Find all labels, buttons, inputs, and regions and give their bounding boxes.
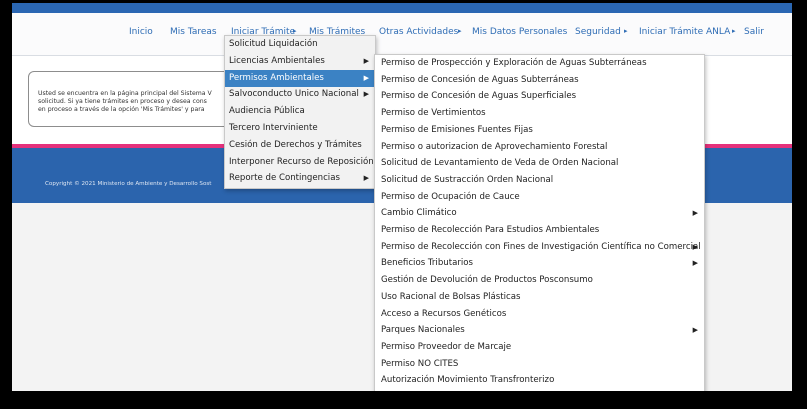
submenu-item-label: Solicitud de Levantamiento de Veda de Or… <box>381 158 619 169</box>
menu-item-licencias-ambientales[interactable]: Licencias Ambientales ▶ <box>225 53 375 70</box>
nav-seguridad[interactable]: Seguridad <box>575 27 621 37</box>
submenu-item-7[interactable]: Solicitud de Levantamiento de Veda de Or… <box>375 155 704 172</box>
menu-item-label: Audiencia Pública <box>229 106 305 117</box>
intro-line: Usted se encuentra en la página principa… <box>38 90 212 97</box>
submenu-arrow-icon: ▶ <box>692 242 698 251</box>
iniciar-tramite-menu: Solicitud Liquidación Licencias Ambiental… <box>224 35 376 189</box>
menu-item-label: Licencias Ambientales <box>229 55 325 66</box>
submenu-item-5[interactable]: Permiso de Emisiones Fuentes Fijas <box>375 122 704 139</box>
submenu-item-8[interactable]: Solicitud de Sustracción Orden Nacional <box>375 172 704 189</box>
submenu-item-label: Uso Racional de Bolsas Plásticas <box>381 291 521 302</box>
submenu-item-label: Permiso de Vertimientos <box>381 108 486 119</box>
submenu-item-label: Cambio Climático <box>381 208 457 219</box>
submenu-item-18[interactable]: Permiso Proveedor de Marcaje <box>375 339 704 356</box>
submenu-item-label: Permiso de Emisiones Fuentes Fijas <box>381 124 533 135</box>
nav-otras-actividades[interactable]: Otras Actividades <box>379 27 458 37</box>
submenu-item-11[interactable]: Permiso de Recolección Para Estudios Amb… <box>375 222 704 239</box>
submenu-item-6[interactable]: Permiso o autorizacion de Aprovechamient… <box>375 139 704 156</box>
menu-item-permisos-ambientales[interactable]: Permisos Ambientales ▶ <box>225 69 375 87</box>
submenu-item-label: Acceso a Recursos Genéticos <box>381 308 507 319</box>
submenu-item-4[interactable]: Permiso de Vertimientos <box>375 105 704 122</box>
main-navbar: Inicio Mis Tareas Iniciar Trámite ▸ Mis … <box>12 13 792 56</box>
menu-item-interponer-recurso-de-reposicion[interactable]: Interponer Recurso de Reposición <box>225 154 375 171</box>
submenu-arrow-icon: ▶ <box>363 174 369 183</box>
nav-arrow-icon: ▸ <box>458 27 462 35</box>
submenu-arrow-icon: ▶ <box>692 209 698 218</box>
nav-salir[interactable]: Salir <box>744 27 764 37</box>
submenu-item-2[interactable]: Permiso de Concesión de Aguas Subterráne… <box>375 72 704 89</box>
menu-item-audiencia-publica[interactable]: Audiencia Pública <box>225 103 375 120</box>
nav-arrow-icon: ▸ <box>293 27 297 35</box>
submenu-arrow-icon: ▶ <box>692 326 698 335</box>
menu-item-label: Solicitud Liquidación <box>229 39 318 49</box>
submenu-item-13[interactable]: Beneficios Tributarios ▶ <box>375 255 704 272</box>
nav-arrow-icon: ▸ <box>624 27 628 35</box>
menu-item-solicitud-liquidacion[interactable]: Solicitud Liquidación <box>225 36 375 53</box>
menu-item-label: Reporte de Contingencias <box>229 173 340 184</box>
menu-item-cesion-de-derechos-y-tramites[interactable]: Cesión de Derechos y Trámites <box>225 137 375 154</box>
nav-arrow-icon: ▸ <box>732 27 736 35</box>
submenu-item-label: Permiso de Concesión de Aguas Subterráne… <box>381 74 579 85</box>
top-brand-strip <box>12 3 792 13</box>
menu-item-label: Salvoconducto Unico Nacional <box>229 89 359 100</box>
submenu-item-3[interactable]: Permiso de Concesión de Aguas Superficia… <box>375 88 704 105</box>
submenu-arrow-icon: ▶ <box>363 90 369 99</box>
menu-item-label: Tercero Interviniente <box>229 123 318 133</box>
submenu-item-label: Autorización Movimiento Transfronterizo <box>381 375 555 386</box>
submenu-item-10[interactable]: Cambio Climático ▶ <box>375 205 704 222</box>
submenu-item-label: Permiso de Prospección y Exploración de … <box>381 58 647 68</box>
submenu-item-9[interactable]: Permiso de Ocupación de Cauce <box>375 189 704 206</box>
submenu-item-label: Permiso de Recolección con Fines de Inve… <box>381 241 701 252</box>
submenu-arrow-icon: ▶ <box>692 259 698 268</box>
intro-line: en proceso a través de la opción 'Mis Tr… <box>38 106 205 113</box>
menu-item-tercero-interviniente[interactable]: Tercero Interviniente <box>225 120 375 137</box>
submenu-item-label: Gestión de Devolución de Productos Posco… <box>381 275 593 286</box>
submenu-item-label: Parques Nacionales <box>381 325 465 336</box>
menu-item-label: Cesión de Derechos y Trámites <box>229 139 362 150</box>
submenu-item-14[interactable]: Gestión de Devolución de Productos Posco… <box>375 272 704 289</box>
submenu-item-16[interactable]: Acceso a Recursos Genéticos <box>375 306 704 323</box>
submenu-item-label: Permiso de Ocupación de Cauce <box>381 191 520 202</box>
submenu-arrow-icon: ▶ <box>363 73 369 82</box>
submenu-arrow-icon: ▶ <box>363 56 369 65</box>
submenu-item-label: Beneficios Tributarios <box>381 258 474 269</box>
submenu-item-19[interactable]: Permiso NO CITES <box>375 356 704 373</box>
app-window: Inicio Mis Tareas Iniciar Trámite ▸ Mis … <box>12 3 792 391</box>
intro-line: solicitud. Si ya tiene trámites en proce… <box>38 98 207 105</box>
nav-inicio[interactable]: Inicio <box>129 27 153 37</box>
nav-iniciar-tramite-anla[interactable]: Iniciar Trámite ANLA <box>639 27 730 37</box>
submenu-item-label: Permiso de Concesión de Aguas Superficia… <box>381 91 577 102</box>
submenu-item-label: Solicitud de Sustracción Orden Nacional <box>381 174 554 185</box>
submenu-item-label: Permiso NO CITES <box>381 358 459 369</box>
menu-item-label: Permisos Ambientales <box>229 72 324 83</box>
nav-mis-tareas[interactable]: Mis Tareas <box>170 27 217 37</box>
submenu-item-1[interactable]: Permiso de Prospección y Exploración de … <box>375 55 704 72</box>
submenu-item-17[interactable]: Parques Nacionales ▶ <box>375 322 704 339</box>
menu-item-salvoconducto-unico-nacional[interactable]: Salvoconducto Unico Nacional ▶ <box>225 86 375 103</box>
submenu-item-label: Permiso o autorizacion de Aprovechamient… <box>381 141 608 152</box>
copyright-text: Copyright © 2021 Ministerio de Ambiente … <box>45 181 212 187</box>
menu-item-label: Interponer Recurso de Reposición <box>229 156 374 167</box>
submenu-item-label: Permiso de Recolección Para Estudios Amb… <box>381 225 600 235</box>
permisos-ambientales-submenu: Permiso de Prospección y Exploración de … <box>374 54 705 391</box>
submenu-item-15[interactable]: Uso Racional de Bolsas Plásticas <box>375 289 704 306</box>
menu-item-reporte-de-contingencias[interactable]: Reporte de Contingencias ▶ <box>225 170 375 187</box>
submenu-item-20[interactable]: Autorización Movimiento Transfronterizo <box>375 372 704 389</box>
nav-mis-datos-personales[interactable]: Mis Datos Personales <box>472 27 567 37</box>
submenu-item-12[interactable]: Permiso de Recolección con Fines de Inve… <box>375 239 704 256</box>
submenu-item-label: Permiso Proveedor de Marcaje <box>381 341 512 352</box>
